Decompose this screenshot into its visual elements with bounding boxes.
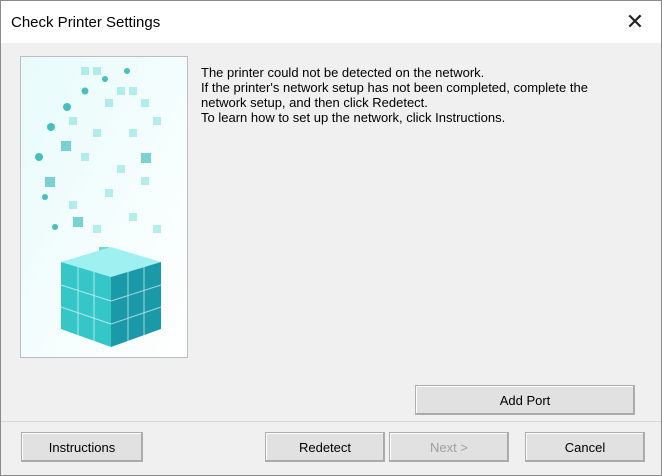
button-separator xyxy=(1,421,661,422)
next-button[interactable]: Next > xyxy=(389,432,509,462)
illustration-panel xyxy=(20,56,188,358)
printer-cubes-illustration xyxy=(21,57,187,357)
redetect-button[interactable]: Redetect xyxy=(265,432,385,462)
message-line: network setup, and then click Redetect. xyxy=(201,95,428,110)
cancel-button[interactable]: Cancel xyxy=(525,432,645,462)
check-printer-settings-dialog: Check Printer Settings ✕ The printer cou… xyxy=(0,0,662,476)
add-port-button[interactable]: Add Port xyxy=(415,385,635,415)
close-icon[interactable]: ✕ xyxy=(617,5,653,39)
error-message: The printer could not be detected on the… xyxy=(201,65,641,125)
message-line: The printer could not be detected on the… xyxy=(201,65,485,80)
title-bar: Check Printer Settings ✕ xyxy=(1,1,661,43)
message-line: To learn how to set up the network, clic… xyxy=(201,110,506,125)
window-title: Check Printer Settings xyxy=(11,14,161,31)
instructions-button[interactable]: Instructions xyxy=(21,432,143,462)
message-line: If the printer's network setup has not b… xyxy=(201,80,588,95)
